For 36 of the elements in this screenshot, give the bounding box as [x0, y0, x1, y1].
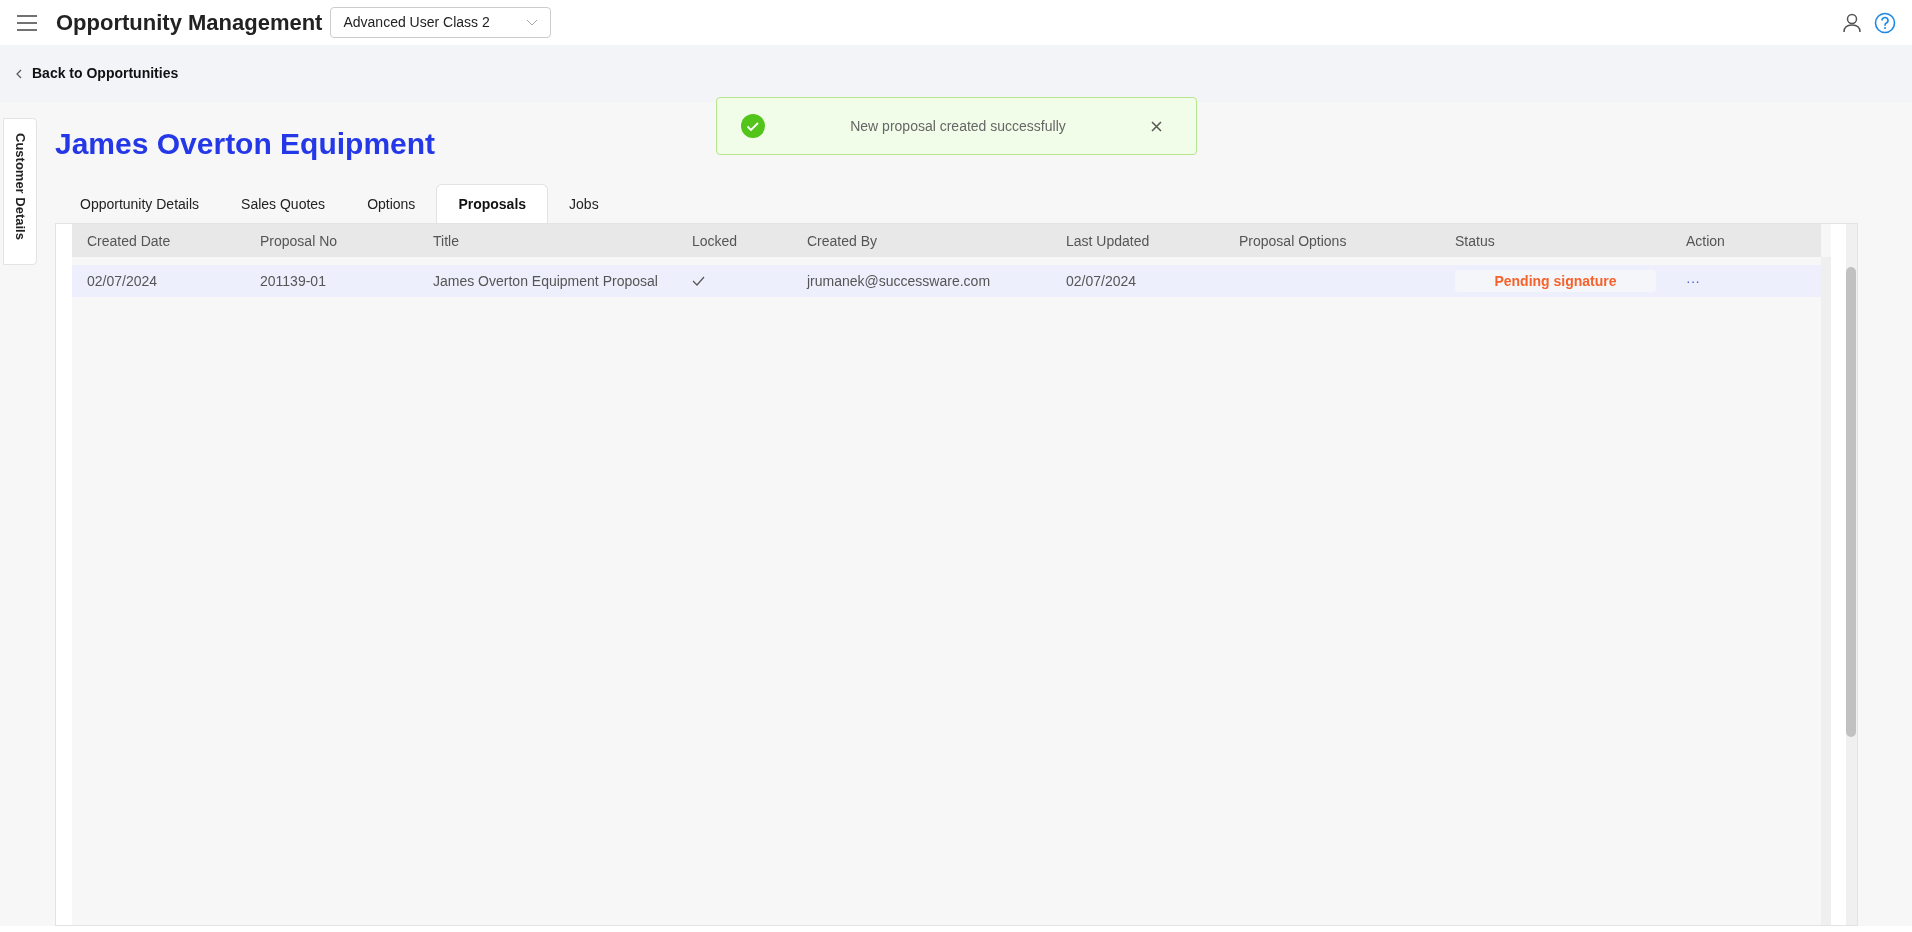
role-select[interactable]: Advanced User Class 2	[330, 7, 552, 38]
help-icon[interactable]	[1874, 11, 1896, 34]
customer-title: James Overton Equipment	[55, 126, 436, 162]
table-cell: jrumanek@successware.com	[807, 273, 991, 289]
chevron-left-icon	[16, 68, 22, 79]
tab[interactable]: Options	[346, 185, 437, 223]
tab[interactable]: Sales Quotes	[220, 185, 347, 223]
tab[interactable]: Jobs	[548, 185, 620, 223]
column-header: Proposal No	[260, 232, 338, 249]
table-cell: 02/07/2024	[1066, 273, 1137, 289]
tab[interactable]: Proposals	[436, 184, 549, 223]
status-badge: Pending signature	[1455, 270, 1656, 292]
toast-message: New proposal created successfully	[849, 116, 1067, 136]
table-cell: 02/07/2024	[87, 273, 158, 289]
chevron-down-icon	[526, 18, 539, 27]
check-circle-icon	[741, 114, 765, 138]
column-header: Title	[433, 232, 459, 249]
app-title: Opportunity Management	[56, 9, 323, 37]
column-header: Created By	[807, 232, 878, 249]
menu-icon[interactable]	[16, 13, 38, 32]
user-icon[interactable]	[1842, 12, 1862, 33]
more-actions-button[interactable]: ···	[1686, 271, 1700, 292]
column-header: Action	[1686, 232, 1725, 249]
column-header: Created Date	[87, 232, 171, 249]
table-cell: 201139-01	[260, 273, 326, 289]
close-icon[interactable]	[1151, 120, 1162, 132]
table-row[interactable]: 02/07/2024 201139-01 James Overton Equipment Proposal jrumanek@successware.com 02/07/2024 Pending signature ···	[72, 265, 1821, 297]
tab[interactable]: Opportunity Details	[59, 185, 221, 223]
back-link[interactable]: Back to Opportunities	[16, 63, 179, 84]
column-header: Status	[1455, 232, 1495, 249]
column-header: Locked	[692, 232, 738, 249]
column-header: Last Updated	[1066, 232, 1150, 249]
table-cell: James Overton Equipment Proposal	[433, 273, 658, 289]
scrollbar-thumb[interactable]	[1846, 267, 1857, 737]
column-header: Proposal Options	[1239, 232, 1347, 249]
customer-details-tab[interactable]: Customer Details	[3, 118, 37, 265]
